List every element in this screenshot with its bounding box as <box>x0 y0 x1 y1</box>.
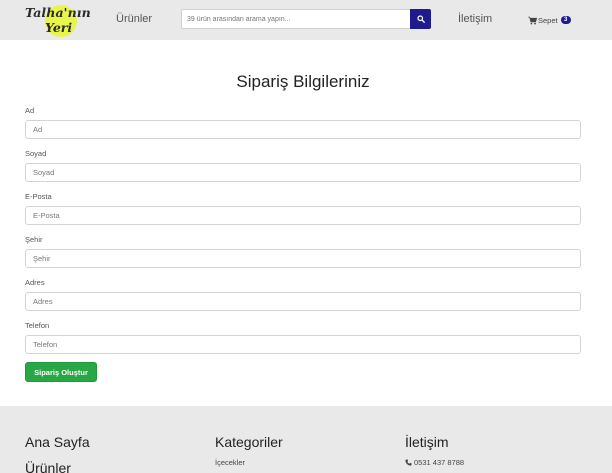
footer: Ana Sayfa Ürünler Kategoriler İçecekler … <box>0 406 612 473</box>
page-title: Sipariş Bilgileriniz <box>236 72 370 91</box>
address-field[interactable] <box>25 292 581 311</box>
footer-categories-heading: Kategoriler <box>215 434 283 450</box>
create-order-button[interactable]: Sipariş Oluştur <box>25 362 97 382</box>
footer-phone-number: 0531 437 8788 <box>414 458 465 467</box>
footer-category-link[interactable]: İçecekler <box>215 458 245 467</box>
footer-phone: 0531 437 8788 <box>405 458 464 467</box>
first-name-field[interactable] <box>25 120 581 139</box>
address-label: Adres <box>25 278 45 287</box>
logo-text-line1: Talha'nın <box>25 5 91 20</box>
cart-label: Sepet <box>538 15 558 25</box>
email-label: E-Posta <box>25 192 52 201</box>
city-field[interactable] <box>25 249 581 268</box>
last-name-field[interactable] <box>25 163 581 182</box>
search-bar <box>181 9 431 29</box>
footer-products-link[interactable]: Ürünler <box>25 460 71 473</box>
phone-icon <box>405 459 412 466</box>
nav-products-link[interactable]: Ürünler <box>116 13 152 25</box>
phone-label: Telefon <box>25 321 50 330</box>
search-button[interactable] <box>410 9 431 29</box>
site-logo[interactable]: Talha'nın Yeri <box>25 2 97 38</box>
cart-link[interactable]: Sepet 3 <box>528 14 571 26</box>
logo-text-line2: Yeri <box>45 20 73 35</box>
nav-contact-link[interactable]: İletişim <box>458 13 492 25</box>
footer-home-link[interactable]: Ana Sayfa <box>25 434 90 450</box>
search-icon <box>416 15 425 23</box>
city-label: Şehir <box>25 235 43 244</box>
cart-icon <box>528 16 537 24</box>
last-name-label: Soyad <box>25 149 47 158</box>
cart-count-badge: 3 <box>560 16 571 24</box>
first-name-label: Ad <box>25 106 35 115</box>
phone-field[interactable] <box>25 335 581 354</box>
email-field[interactable] <box>25 206 581 225</box>
top-navbar: Talha'nın Yeri Ürünler İletişim Sepet 3 <box>0 0 612 40</box>
footer-contact-heading: İletişim <box>405 434 449 450</box>
search-input[interactable] <box>181 9 411 29</box>
